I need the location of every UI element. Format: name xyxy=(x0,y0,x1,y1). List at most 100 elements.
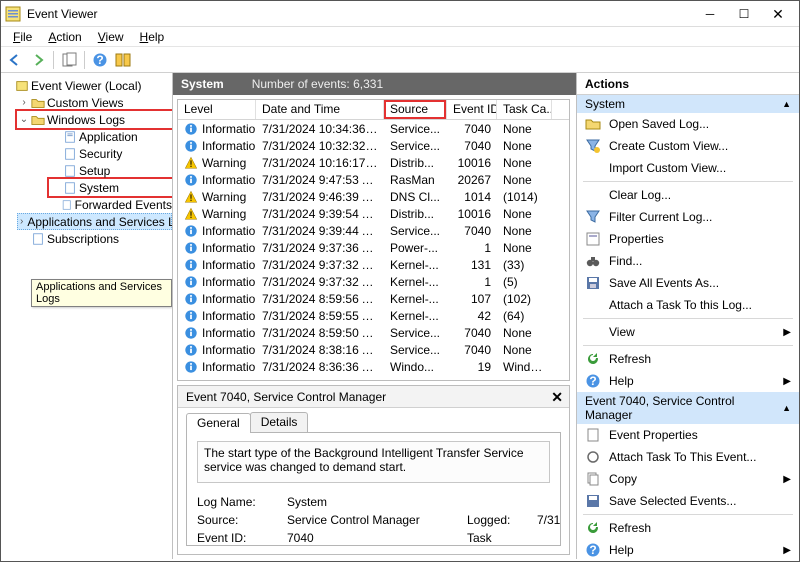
action-open-saved-log[interactable]: Open Saved Log... xyxy=(577,113,799,135)
event-list-header[interactable]: Level Date and Time Source Event ID Task… xyxy=(178,100,569,120)
table-row[interactable]: Information7/31/2024 9:37:32 AMKernel-..… xyxy=(178,273,569,290)
value-logged: 7/31/2024 ... xyxy=(537,513,561,527)
tree-pane[interactable]: Event Viewer (Local) ›Custom Views ⌄Wind… xyxy=(1,73,173,559)
action-refresh[interactable]: Refresh xyxy=(577,348,799,370)
menu-view[interactable]: View xyxy=(90,30,132,44)
import-icon xyxy=(585,160,601,176)
action-help-2[interactable]: ?Help▶ xyxy=(577,539,799,559)
task-icon xyxy=(585,297,601,313)
table-row[interactable]: Information7/31/2024 9:39:44 AMService..… xyxy=(178,222,569,239)
tree-apps-services-logs[interactable]: ›Applications and Services Logs xyxy=(17,213,172,230)
table-row[interactable]: Information7/31/2024 10:32:32 AMService.… xyxy=(178,137,569,154)
action-save-all-events[interactable]: Save All Events As... xyxy=(577,272,799,294)
table-row[interactable]: Information7/31/2024 8:59:56 AMKernel-..… xyxy=(178,290,569,307)
close-window-button[interactable]: ✕ xyxy=(761,3,795,25)
menu-file[interactable]: File xyxy=(5,30,40,44)
tree-forwarded-events[interactable]: Forwarded Events xyxy=(49,196,172,213)
action-refresh-2[interactable]: Refresh xyxy=(577,517,799,539)
table-row[interactable]: Warning7/31/2024 10:16:17 AMDistrib...10… xyxy=(178,154,569,171)
action-copy[interactable]: Copy▶ xyxy=(577,468,799,490)
help-icon: ? xyxy=(585,542,601,558)
table-row[interactable]: Information7/31/2024 8:36:36 AMWindo...1… xyxy=(178,358,569,375)
table-row[interactable]: Information7/31/2024 8:59:50 AMService..… xyxy=(178,324,569,341)
event-description: The start type of the Background Intelli… xyxy=(197,441,550,483)
action-clear-log[interactable]: Clear Log... xyxy=(577,184,799,206)
value-log-name: System xyxy=(287,495,467,509)
table-row[interactable]: Information7/31/2024 8:38:16 AMService..… xyxy=(178,341,569,358)
col-level[interactable]: Level xyxy=(178,100,256,119)
forward-button[interactable] xyxy=(28,50,48,70)
window-title: Event Viewer xyxy=(27,7,693,21)
refresh-icon xyxy=(585,351,601,367)
table-row[interactable]: Information7/31/2024 8:59:55 AMKernel-..… xyxy=(178,307,569,324)
action-create-custom-view[interactable]: Create Custom View... xyxy=(577,135,799,157)
table-row[interactable]: Information7/31/2024 9:37:32 AMKernel-..… xyxy=(178,256,569,273)
action-properties[interactable]: Properties xyxy=(577,228,799,250)
actions-section-event[interactable]: Event 7040, Service Control Manager▲ xyxy=(577,392,799,424)
attach-task-icon xyxy=(585,449,601,465)
app-icon xyxy=(5,6,21,22)
tree-system[interactable]: System xyxy=(49,179,172,196)
action-attach-task-log[interactable]: Attach a Task To this Log... xyxy=(577,294,799,316)
binoculars-icon xyxy=(585,253,601,269)
center-header: System Number of events: 6,331 xyxy=(173,73,576,95)
detail-title: Event 7040, Service Control Manager xyxy=(186,390,386,404)
minimize-button[interactable]: ─ xyxy=(693,3,727,25)
event-count: Number of events: 6,331 xyxy=(252,77,383,91)
folder-open-icon xyxy=(585,116,601,132)
col-source[interactable]: Source xyxy=(384,100,447,119)
actions-section-system[interactable]: System▲ xyxy=(577,95,799,113)
funnel-star-icon xyxy=(585,138,601,154)
action-find[interactable]: Find... xyxy=(577,250,799,272)
tree-root[interactable]: Event Viewer (Local) xyxy=(1,77,172,94)
col-task-category[interactable]: Task Ca... xyxy=(497,100,552,119)
event-properties-icon xyxy=(585,427,601,443)
table-row[interactable]: Information7/31/2024 9:37:36 AMPower-...… xyxy=(178,239,569,256)
tree-custom-views[interactable]: ›Custom Views xyxy=(17,94,172,111)
label-log-name: Log Name: xyxy=(197,495,287,509)
tree-setup[interactable]: Setup xyxy=(49,162,172,179)
menu-help[interactable]: Help xyxy=(132,30,173,44)
value-source: Service Control Manager xyxy=(287,513,467,527)
action-help[interactable]: ?Help▶ xyxy=(577,370,799,392)
action-view[interactable]: View▶ xyxy=(577,321,799,343)
maximize-button[interactable]: ☐ xyxy=(727,3,761,25)
col-datetime[interactable]: Date and Time xyxy=(256,100,384,119)
event-detail-panel: Event 7040, Service Control Manager ✕ Ge… xyxy=(177,385,570,555)
action-attach-task-event[interactable]: Attach Task To This Event... xyxy=(577,446,799,468)
actions-header: Actions xyxy=(577,73,799,95)
tree-application[interactable]: Application xyxy=(49,128,172,145)
svg-text:?: ? xyxy=(589,374,596,388)
label-event-id: Event ID: xyxy=(197,531,287,546)
tree-security[interactable]: Security xyxy=(49,145,172,162)
back-button[interactable] xyxy=(5,50,25,70)
tab-details[interactable]: Details xyxy=(250,412,309,432)
menu-action[interactable]: Action xyxy=(40,30,89,44)
save-icon xyxy=(585,493,601,509)
clear-icon xyxy=(585,187,601,203)
help-button[interactable]: ? xyxy=(90,50,110,70)
detail-close-button[interactable]: ✕ xyxy=(551,389,563,406)
action-event-properties[interactable]: Event Properties xyxy=(577,424,799,446)
table-row[interactable]: Warning7/31/2024 9:46:39 AMDNS Cl...1014… xyxy=(178,188,569,205)
svg-text:?: ? xyxy=(589,543,596,557)
tree-subscriptions[interactable]: Subscriptions xyxy=(17,230,172,247)
event-list[interactable]: Level Date and Time Source Event ID Task… xyxy=(177,99,570,381)
table-row[interactable]: Warning7/31/2024 9:39:54 AMDistrib...100… xyxy=(178,205,569,222)
properties-button[interactable] xyxy=(59,50,79,70)
save-icon xyxy=(585,275,601,291)
tab-general[interactable]: General xyxy=(186,413,251,433)
action-import-custom-view[interactable]: Import Custom View... xyxy=(577,157,799,179)
action-filter-log[interactable]: Filter Current Log... xyxy=(577,206,799,228)
actions-pane: Actions System▲ Open Saved Log... Create… xyxy=(577,73,799,559)
tree-tooltip: Applications and Services Logs xyxy=(31,279,172,307)
section-name: System xyxy=(181,77,224,91)
titlebar: Event Viewer ─ ☐ ✕ xyxy=(1,1,799,27)
action-save-selected[interactable]: Save Selected Events... xyxy=(577,490,799,512)
table-row[interactable]: Information7/31/2024 10:34:36 AMService.… xyxy=(178,120,569,137)
toggle-pane-button[interactable] xyxy=(113,50,133,70)
tree-windows-logs[interactable]: ⌄Windows Logs xyxy=(17,111,172,128)
table-row[interactable]: Information7/31/2024 9:47:53 AMRasMan202… xyxy=(178,171,569,188)
toolbar: ? xyxy=(1,47,799,73)
col-event-id[interactable]: Event ID xyxy=(447,100,497,119)
